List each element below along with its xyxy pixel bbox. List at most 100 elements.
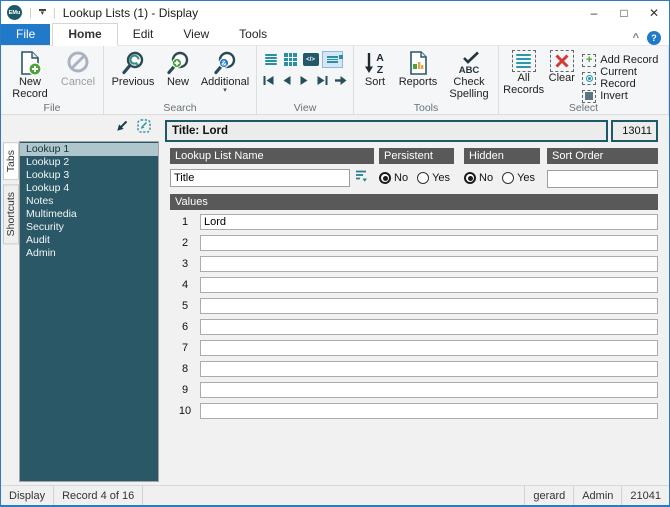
value-input-1[interactable] — [200, 213, 658, 230]
quick-access-dropdown-icon[interactable]: ▾ — [38, 9, 46, 17]
values-header: Values — [170, 194, 658, 210]
invert-icon — [582, 89, 597, 103]
previous-record-icon[interactable] — [280, 74, 293, 92]
vertical-tab-tabs[interactable]: Tabs — [3, 142, 19, 181]
status-group: Admin — [574, 486, 623, 505]
tab-view[interactable]: View — [168, 24, 224, 45]
value-row-number: 7 — [181, 341, 189, 354]
lookup-list-name-input[interactable] — [170, 169, 350, 187]
all-records-icon — [511, 50, 536, 72]
pointer-mode-icon[interactable] — [116, 119, 128, 137]
grid-view-icon[interactable] — [282, 52, 299, 67]
tab-tools[interactable]: Tools — [224, 24, 282, 45]
tab-file[interactable]: File — [1, 24, 51, 45]
value-input-3[interactable] — [200, 255, 658, 272]
next-record-icon[interactable] — [298, 74, 311, 92]
sidebar-item-audit[interactable]: Audit — [20, 234, 158, 247]
value-row-number: 6 — [181, 320, 189, 333]
radio-label: Yes — [432, 172, 451, 184]
sidebar-item-lookup1[interactable]: Lookup 1 — [20, 143, 158, 156]
maximize-button[interactable]: □ — [609, 1, 639, 24]
add-record-label: Add Record — [600, 54, 659, 66]
new-record-icon — [17, 50, 43, 76]
qat-arrow: ▾ — [40, 9, 45, 17]
form-panel: Lookup List Name Persistent Hidden Sort … — [165, 148, 658, 423]
first-record-icon[interactable] — [262, 74, 275, 92]
value-input-8[interactable] — [200, 360, 658, 377]
new-record-button[interactable]: New Record — [4, 48, 56, 100]
help-icon[interactable]: ? — [647, 31, 661, 45]
persistent-no-radio[interactable]: No — [379, 172, 408, 184]
app-window: EMu | ▾ | Lookup Lists (1) - Display – □… — [0, 0, 670, 507]
field-headers: Lookup List Name Persistent Hidden Sort … — [170, 148, 658, 164]
hidden-no-radio[interactable]: No — [464, 172, 493, 184]
sidebar-item-lookup2[interactable]: Lookup 2 — [20, 156, 158, 169]
details-view-icon[interactable] — [322, 51, 343, 68]
new-search-button[interactable]: New — [159, 48, 197, 88]
ribbon-group-file: New Record Cancel File — [1, 46, 104, 114]
persistent-radio-group: No Yes — [379, 172, 454, 184]
tab-home[interactable]: Home — [52, 23, 118, 46]
left-region: Tabs Shortcuts Lookup 1 Lookup 2 Lookup … — [1, 115, 159, 485]
previous-search-label: Previous — [111, 76, 155, 88]
sidebar-item-lookup4[interactable]: Lookup 4 — [20, 182, 158, 195]
collapse-ribbon-icon[interactable]: ^ — [633, 32, 639, 44]
minimize-button[interactable]: – — [579, 1, 609, 24]
status-user: gerard — [525, 486, 575, 505]
value-input-7[interactable] — [200, 339, 658, 356]
cancel-button[interactable]: Cancel — [56, 48, 100, 88]
previous-search-button[interactable]: Previous — [107, 48, 159, 88]
sidebar-item-multimedia[interactable]: Multimedia — [20, 208, 158, 221]
value-input-9[interactable] — [200, 381, 658, 398]
status-port: 21041 — [630, 489, 661, 502]
value-row: 6 — [170, 318, 658, 335]
value-input-2[interactable] — [200, 234, 658, 251]
header-persistent: Persistent — [379, 148, 454, 164]
sidebar-item-security[interactable]: Security — [20, 221, 158, 234]
radio-label: No — [394, 172, 409, 184]
goto-record-icon[interactable] — [334, 74, 348, 92]
sort-label: Sort — [364, 76, 386, 88]
last-record-icon[interactable] — [316, 74, 329, 92]
content-area: Tabs Shortcuts Lookup 1 Lookup 2 Lookup … — [1, 115, 669, 485]
sidebar-item-lookup3[interactable]: Lookup 3 — [20, 169, 158, 182]
additional-dropdown-arrow-icon: ▾ — [223, 87, 227, 94]
value-input-6[interactable] — [200, 318, 658, 335]
vertical-tab-shortcuts[interactable]: Shortcuts — [3, 184, 19, 245]
code-view-icon[interactable]: </> — [302, 52, 319, 67]
value-row: 2 — [170, 234, 658, 251]
value-input-4[interactable] — [200, 276, 658, 293]
sort-order-input[interactable] — [547, 169, 658, 188]
sidebar-item-notes[interactable]: Notes — [20, 195, 158, 208]
group-label-search: Search — [163, 102, 197, 114]
reports-button[interactable]: Reports — [393, 48, 443, 88]
value-row-number: 8 — [181, 362, 189, 375]
header-hidden: Hidden — [464, 148, 540, 164]
sidebar-toolbar — [1, 115, 159, 141]
lookup-filter-icon[interactable] — [354, 169, 368, 188]
all-records-button[interactable]: All Records — [502, 48, 545, 96]
previous-search-icon — [120, 50, 146, 76]
tab-edit[interactable]: Edit — [118, 24, 169, 45]
current-record-button[interactable]: Current Record — [582, 66, 663, 90]
persistent-yes-radio[interactable]: Yes — [417, 172, 450, 184]
ribbon-group-search: Previous New & Additional ▾ Search — [104, 46, 257, 114]
radio-unselected-icon — [417, 172, 430, 184]
sidebar-item-admin[interactable]: Admin — [20, 247, 158, 260]
clear-selection-button[interactable]: Clear — [545, 48, 578, 84]
hidden-yes-radio[interactable]: Yes — [502, 172, 535, 184]
list-view-icon[interactable] — [262, 52, 279, 67]
close-button[interactable]: ✕ — [639, 1, 669, 24]
value-input-10[interactable] — [200, 402, 658, 419]
sort-button[interactable]: A Z Sort — [357, 48, 393, 88]
additional-search-button[interactable]: & Additional ▾ — [197, 48, 253, 94]
select-region-icon[interactable] — [137, 118, 151, 138]
check-spelling-label: Check Spelling — [449, 76, 489, 100]
value-input-5[interactable] — [200, 297, 658, 314]
separator: | — [52, 6, 56, 19]
value-row-number: 4 — [181, 278, 189, 291]
value-row: 5 — [170, 297, 658, 314]
check-spelling-button[interactable]: ABC Check Spelling — [443, 48, 495, 100]
ribbon-group-select: All Records Clear + Add Record Current R… — [499, 46, 669, 114]
radio-selected-icon — [379, 172, 391, 184]
